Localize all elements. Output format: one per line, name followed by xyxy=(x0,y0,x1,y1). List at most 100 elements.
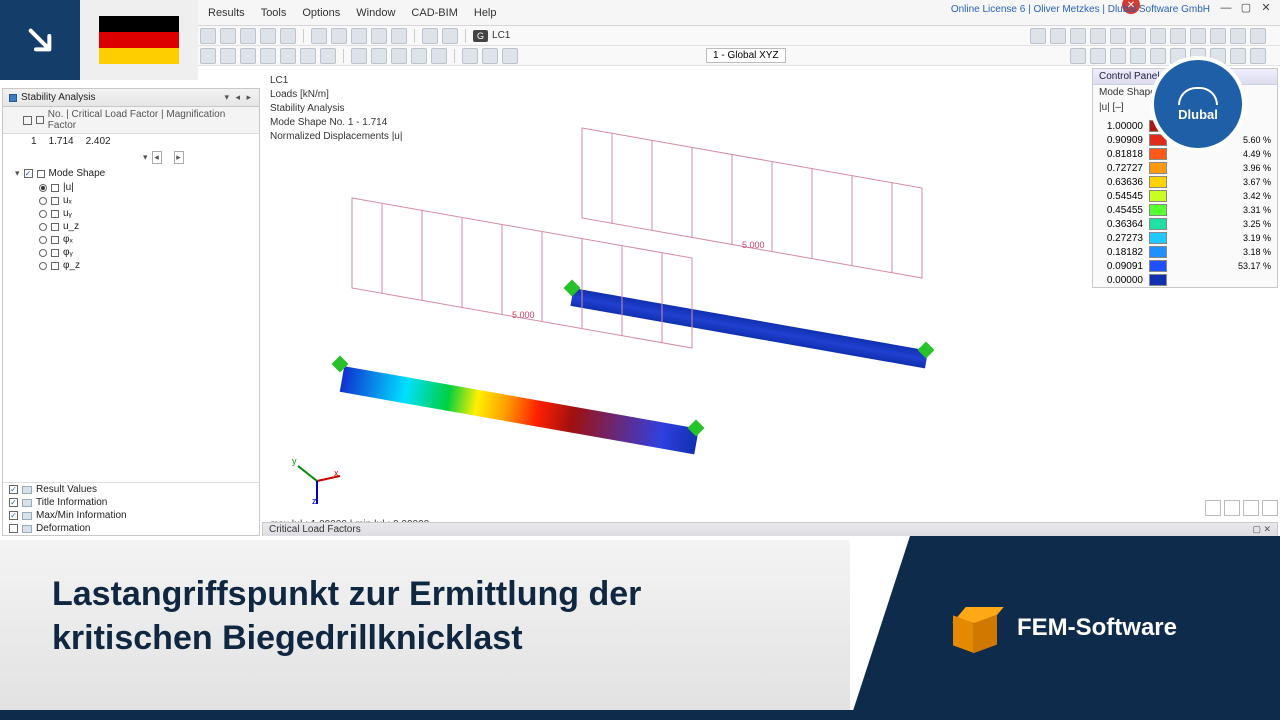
clf-row[interactable]: 1 1.714 2.402 xyxy=(3,134,259,149)
menu-cadbim[interactable]: CAD-BIM xyxy=(403,7,465,19)
radio[interactable] xyxy=(39,249,47,257)
toolbar-icon[interactable] xyxy=(431,48,447,64)
window-controls: — ▢ ✕ xyxy=(1216,0,1276,16)
menu-results[interactable]: Results xyxy=(200,7,253,19)
min-button[interactable]: — xyxy=(1216,0,1236,16)
mini-tool-icon[interactable] xyxy=(1262,500,1278,516)
legend-row: 0.454553.31 % xyxy=(1093,203,1277,217)
tree-leaf[interactable]: φ_z xyxy=(3,259,259,272)
mini-tool-icon[interactable] xyxy=(1205,500,1221,516)
tree-leaf[interactable]: uᵧ xyxy=(3,207,259,220)
toolbar-icon[interactable] xyxy=(1030,28,1046,44)
checkbox[interactable]: ✓ xyxy=(9,511,18,520)
toolbar-icon[interactable] xyxy=(1130,48,1146,64)
toolbar-icon[interactable] xyxy=(371,48,387,64)
toolbar-icon[interactable] xyxy=(502,48,518,64)
tree-leaf[interactable]: φᵧ xyxy=(3,246,259,259)
toolbar-icon[interactable] xyxy=(1190,28,1206,44)
toolbar-icon[interactable] xyxy=(1090,48,1106,64)
toolbar-icon[interactable] xyxy=(1110,28,1126,44)
display-option[interactable]: ✓Max/Min Information xyxy=(3,509,259,522)
mini-tool-icon[interactable] xyxy=(1243,500,1259,516)
toolbar-icon[interactable] xyxy=(260,48,276,64)
toolbar-icon[interactable] xyxy=(1230,48,1246,64)
clf-no: 1 xyxy=(31,136,37,147)
display-option[interactable]: Deformation xyxy=(3,522,259,535)
toolbar-icon[interactable] xyxy=(1070,48,1086,64)
toolbar-icon[interactable] xyxy=(1250,48,1266,64)
checkbox[interactable]: ✓ xyxy=(24,169,33,178)
toolbar-icon[interactable] xyxy=(391,48,407,64)
mini-tool-icon[interactable] xyxy=(1224,500,1240,516)
legend-pct: 3.18 % xyxy=(1243,247,1271,257)
legend-row: 0.181823.18 % xyxy=(1093,245,1277,259)
toolbar-icon[interactable] xyxy=(1090,28,1106,44)
tree-leaf[interactable]: u_z xyxy=(3,220,259,233)
close-button[interactable]: ✕ xyxy=(1256,0,1276,16)
radio[interactable] xyxy=(39,223,47,231)
checkbox[interactable]: ✓ xyxy=(9,498,18,507)
checkbox[interactable] xyxy=(9,524,18,533)
toolbar-icon[interactable] xyxy=(1150,28,1166,44)
checkbox[interactable]: ✓ xyxy=(9,485,18,494)
tree-leaf[interactable]: φₓ xyxy=(3,233,259,246)
toolbar-icon[interactable] xyxy=(411,48,427,64)
toolbar-icon[interactable] xyxy=(1230,28,1246,44)
toolbar-icon[interactable] xyxy=(331,28,347,44)
radio[interactable] xyxy=(39,236,47,244)
option-label: Title Information xyxy=(36,497,107,508)
row-nav[interactable]: ▾◂▸ xyxy=(3,149,259,166)
toolbar-icon[interactable] xyxy=(200,28,216,44)
toolbar-icon[interactable] xyxy=(311,28,327,44)
legend-swatch xyxy=(1149,204,1167,216)
tree-leaf[interactable]: uₓ xyxy=(3,194,259,207)
tree-mode-shape[interactable]: ▾ ✓ Mode Shape xyxy=(3,166,259,181)
display-option[interactable]: ✓Result Values xyxy=(3,483,259,496)
legend-pct: 5.60 % xyxy=(1243,135,1271,145)
menu-tools[interactable]: Tools xyxy=(253,7,295,19)
menu-options[interactable]: Options xyxy=(294,7,348,19)
toolbar-icon[interactable] xyxy=(320,48,336,64)
toolbar-icon[interactable] xyxy=(482,48,498,64)
leaf-label: φ_z xyxy=(63,260,80,271)
toolbar-icon[interactable] xyxy=(1070,28,1086,44)
toolbar-icon[interactable] xyxy=(351,28,367,44)
option-label: Deformation xyxy=(36,523,90,534)
toolbar-icon[interactable] xyxy=(300,48,316,64)
toolbar-icon[interactable] xyxy=(1170,28,1186,44)
toolbar-icon[interactable] xyxy=(280,48,296,64)
toolbar-icon[interactable] xyxy=(391,28,407,44)
coord-system-dropdown[interactable]: 1 - Global XYZ xyxy=(706,48,786,63)
navigator-nav-icons[interactable]: ▾ ◂ ▸ xyxy=(224,92,253,103)
radio[interactable] xyxy=(39,262,47,270)
toolbar-icon[interactable] xyxy=(220,48,236,64)
menu-window[interactable]: Window xyxy=(348,7,403,19)
radio[interactable] xyxy=(39,184,47,192)
toolbar-icon[interactable] xyxy=(371,28,387,44)
video-banner: Lastangriffspunkt zur Ermittlung der kri… xyxy=(0,536,1280,720)
display-option[interactable]: ✓ Title Information xyxy=(3,496,259,509)
menu-help[interactable]: Help xyxy=(466,7,505,19)
toolbar-icon[interactable] xyxy=(220,28,236,44)
toolbar-icon[interactable] xyxy=(351,48,367,64)
toolbar-icon[interactable] xyxy=(1250,28,1266,44)
toolbar-icon[interactable] xyxy=(1110,48,1126,64)
legend-value: 0.36364 xyxy=(1099,219,1143,230)
toolbar-icon[interactable] xyxy=(240,28,256,44)
toolbar-icon[interactable] xyxy=(422,28,438,44)
toolbar-icon[interactable] xyxy=(442,28,458,44)
radio[interactable] xyxy=(39,197,47,205)
toolbar-icon[interactable] xyxy=(1130,28,1146,44)
toolbar-icon[interactable] xyxy=(280,28,296,44)
radio[interactable] xyxy=(39,210,47,218)
toolbar-icon[interactable] xyxy=(200,48,216,64)
max-button[interactable]: ▢ xyxy=(1236,0,1256,16)
checkbox[interactable] xyxy=(23,116,32,125)
toolbar-icon[interactable] xyxy=(1210,28,1226,44)
toolbar-icon[interactable] xyxy=(260,28,276,44)
toolbar-icon[interactable] xyxy=(1050,28,1066,44)
tree-leaf[interactable]: |u| xyxy=(3,181,259,194)
toolbar-icon[interactable] xyxy=(1150,48,1166,64)
toolbar-icon[interactable] xyxy=(240,48,256,64)
toolbar-icon[interactable] xyxy=(462,48,478,64)
